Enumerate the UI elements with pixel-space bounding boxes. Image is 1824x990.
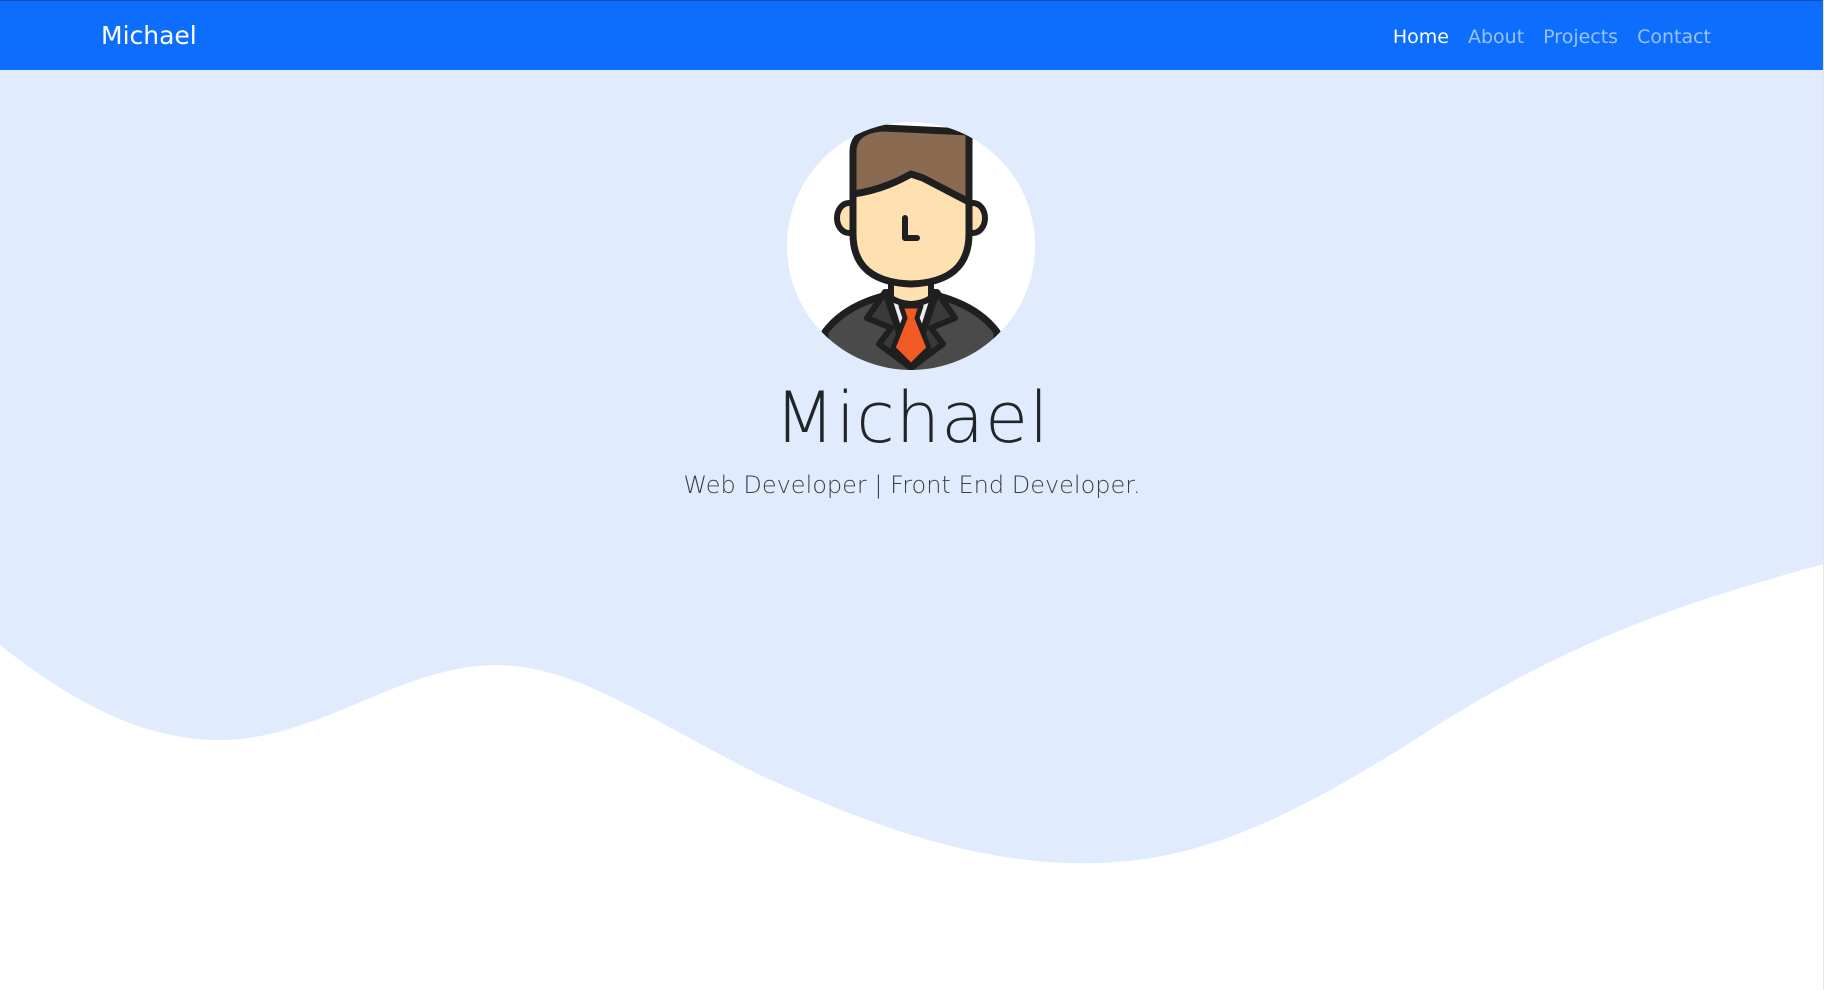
nav-links: Home About Projects Contact: [1393, 24, 1711, 50]
top-navbar: Michael Home About Projects Contact: [0, 0, 1824, 70]
businessman-avatar-icon: [821, 124, 1001, 370]
avatar: [787, 122, 1035, 370]
nav-link-home[interactable]: Home: [1393, 24, 1449, 50]
page: Michael Home About Projects Contact Mich…: [0, 0, 1824, 990]
nav-link-projects[interactable]: Projects: [1543, 24, 1618, 50]
nav-link-contact[interactable]: Contact: [1637, 24, 1711, 50]
hero-name: Michael: [774, 377, 1050, 459]
navbar-brand[interactable]: Michael: [101, 20, 197, 52]
hero-subtitle: Web Developer | Front End Developer.: [683, 471, 1141, 499]
nav-link-about[interactable]: About: [1468, 24, 1524, 50]
